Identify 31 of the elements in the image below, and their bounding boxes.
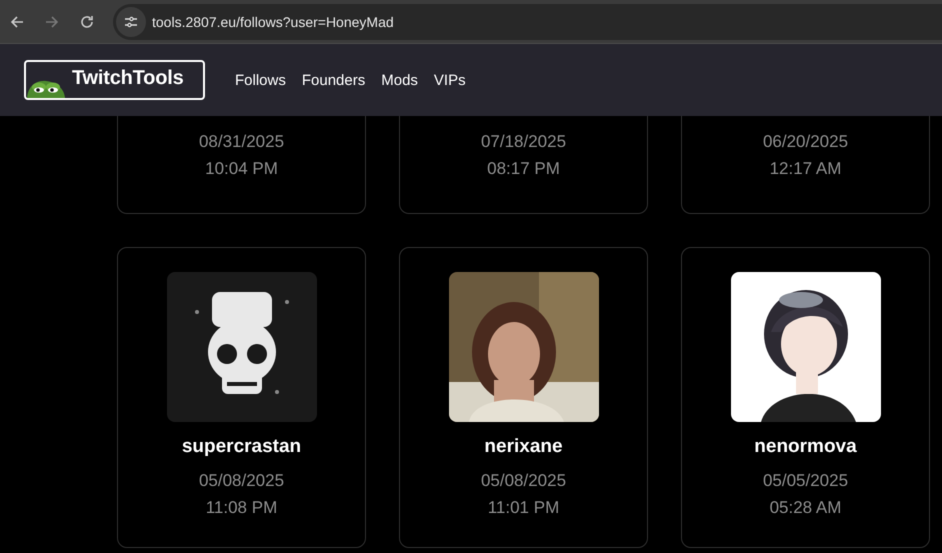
nav-link[interactable]: Follows xyxy=(235,72,286,88)
user-card[interactable]: nerixane 05/08/2025 11:01 PM xyxy=(399,247,648,548)
user-card[interactable]: 08/31/2025 10:04 PM xyxy=(117,116,366,214)
nav-link[interactable]: Founders xyxy=(302,72,366,88)
follow-time: 11:08 PM xyxy=(206,497,278,519)
back-icon[interactable] xyxy=(9,14,25,30)
username: nenormova xyxy=(754,436,857,458)
user-card[interactable]: 07/18/2025 08:17 PM xyxy=(399,116,648,214)
follow-date: 05/08/2025 xyxy=(480,470,566,492)
site-logo[interactable]: TwitchTools xyxy=(24,60,205,100)
follow-date: 07/18/2025 xyxy=(480,131,566,153)
follow-date: 05/08/2025 xyxy=(198,470,284,492)
reload-icon[interactable] xyxy=(79,14,95,30)
username: nerixane xyxy=(484,436,563,458)
site-settings-icon[interactable] xyxy=(116,6,146,36)
follow-time: 08:17 PM xyxy=(487,158,560,180)
follow-date: 08/31/2025 xyxy=(198,131,284,153)
username: supercrastan xyxy=(182,436,302,458)
user-card[interactable]: nenormova 05/05/2025 05:28 AM xyxy=(681,247,930,548)
nav-link[interactable]: Mods xyxy=(381,72,418,88)
address-bar[interactable]: tools.2807.eu/follows?user=HoneyMad xyxy=(113,4,942,40)
user-card[interactable]: 06/20/2025 12:17 AM xyxy=(681,116,930,214)
follow-date: 06/20/2025 xyxy=(762,131,848,153)
user-card[interactable]: supercrastan 05/08/2025 11:08 PM xyxy=(117,247,366,548)
follow-time: 11:01 PM xyxy=(488,497,560,519)
follow-date: 05/05/2025 xyxy=(762,470,848,492)
follow-time: 12:17 AM xyxy=(770,158,842,180)
follow-time: 10:04 PM xyxy=(205,158,278,180)
url-text: tools.2807.eu/follows?user=HoneyMad xyxy=(152,14,394,30)
follow-time: 05:28 AM xyxy=(770,497,842,519)
nav-link[interactable]: VIPs xyxy=(434,72,466,88)
